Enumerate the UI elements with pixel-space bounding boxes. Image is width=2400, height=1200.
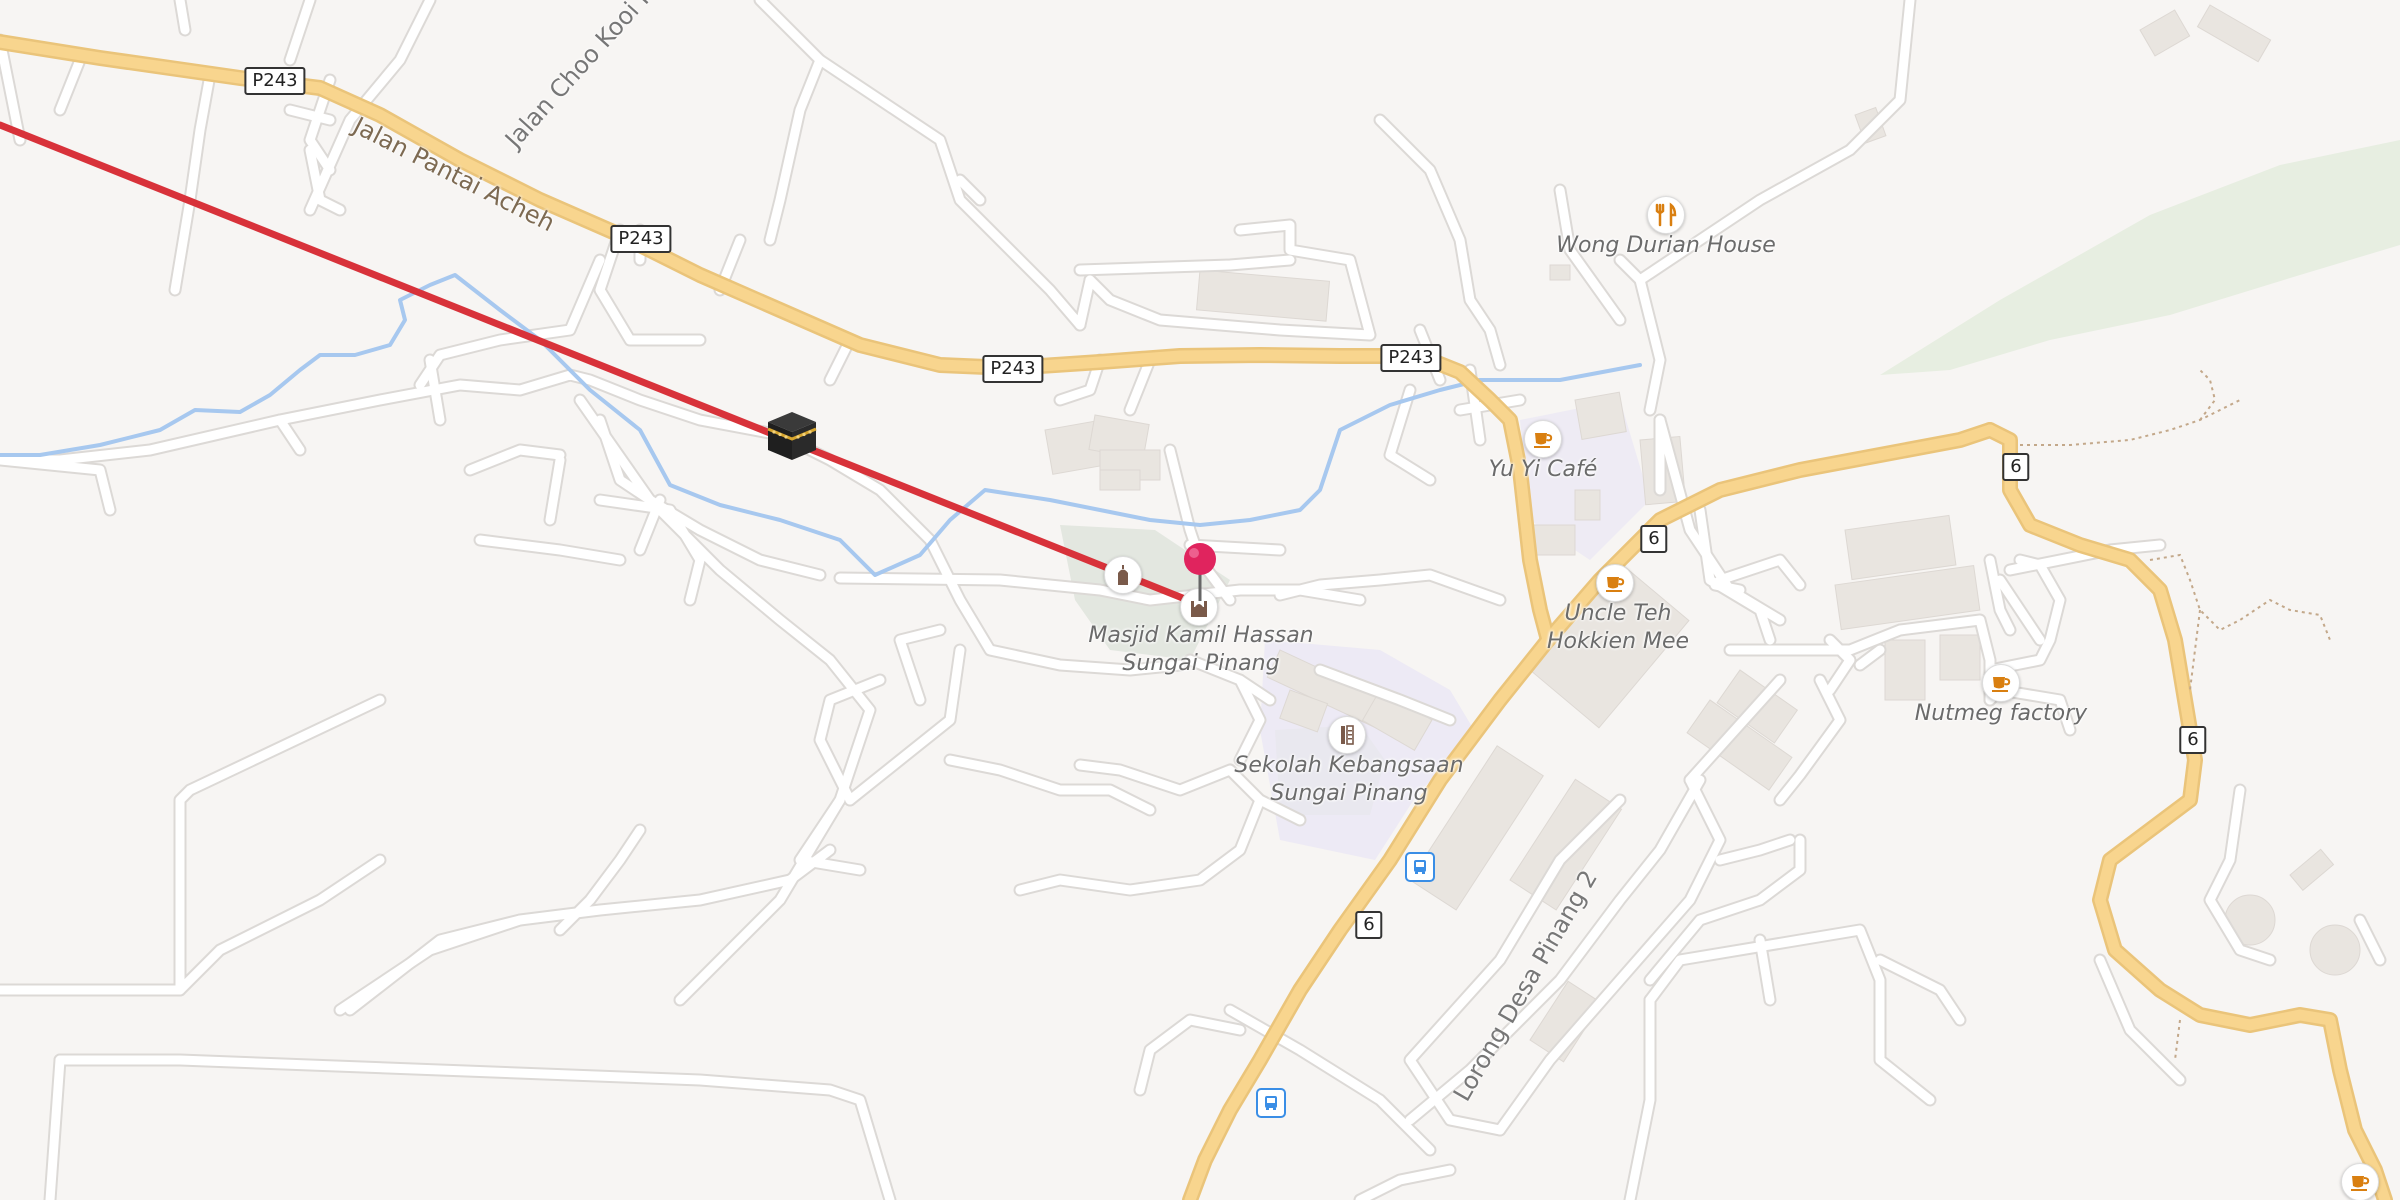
poi-label-uncle-teh-hokkien-mee: Uncle Teh Hokkien Mee bbox=[1546, 601, 1690, 654]
mosque-icon[interactable] bbox=[1104, 556, 1142, 594]
route-shield-6: 6 bbox=[1355, 911, 1383, 939]
route-shield-6: 6 bbox=[1640, 525, 1668, 553]
kaaba-icon bbox=[764, 408, 820, 468]
route-shield-6: 6 bbox=[2179, 726, 2207, 754]
restaurant-icon[interactable] bbox=[1647, 196, 1685, 234]
map-canvas[interactable]: Jalan Pantai Acheh Jalan Choo Kooi Kheng… bbox=[0, 0, 2400, 1200]
location-pin-icon[interactable] bbox=[1180, 541, 1220, 607]
poi-label-yu-yi-cafe: Yu Yi Café bbox=[1488, 457, 1598, 482]
poi-label-masjid-kamil-hassan: Masjid Kamil Hassan Sungai Pinang bbox=[1088, 623, 1314, 676]
poi-label-sekolah-kebangsaan: Sekolah Kebangsaan Sungai Pinang bbox=[1234, 753, 1464, 806]
school-icon[interactable] bbox=[1328, 716, 1366, 754]
bus-stop-icon[interactable] bbox=[1405, 852, 1435, 882]
route-shield-p243: P243 bbox=[610, 225, 672, 253]
poi-label-nutmeg-factory: Nutmeg factory bbox=[1914, 701, 2088, 726]
cafe-icon[interactable] bbox=[1596, 564, 1634, 602]
cafe-icon[interactable] bbox=[2341, 1163, 2379, 1200]
cafe-icon[interactable] bbox=[1524, 420, 1562, 458]
forest-area bbox=[1880, 140, 2400, 375]
cafe-icon[interactable] bbox=[1982, 664, 2020, 702]
route-shield-6: 6 bbox=[2002, 453, 2030, 481]
route-shield-p243: P243 bbox=[244, 67, 306, 95]
bus-stop-icon[interactable] bbox=[1256, 1088, 1286, 1118]
route-shield-p243: P243 bbox=[982, 355, 1044, 383]
poi-label-wong-durian-house: Wong Durian House bbox=[1556, 233, 1776, 258]
route-shield-p243: P243 bbox=[1380, 344, 1442, 372]
